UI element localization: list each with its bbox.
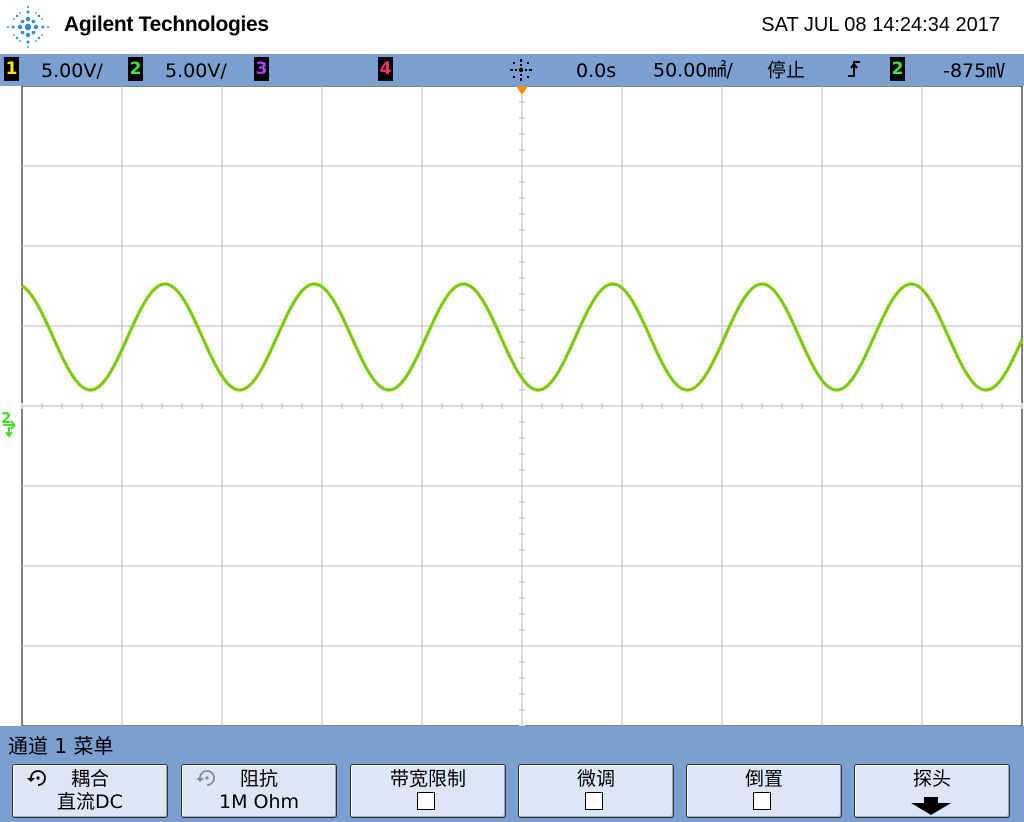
run-state[interactable]: 停止 xyxy=(767,54,805,86)
submenu-down-arrow-icon xyxy=(911,797,951,815)
impedance-value: 1M Ohm xyxy=(218,791,300,813)
vernier-softkey[interactable]: 微调 xyxy=(518,764,674,818)
bandwidth-limit-checkbox[interactable] xyxy=(417,792,435,810)
channel-1-badge: 1 xyxy=(4,57,19,81)
channel-3-badge: 3 xyxy=(254,57,269,81)
channel-4-status[interactable]: 4 xyxy=(378,54,393,86)
delay-status[interactable]: 0.0s xyxy=(506,54,616,86)
channel-2-badge: 2 xyxy=(128,57,143,81)
timebase-status[interactable]: 50.00㎟/ xyxy=(653,54,733,86)
bandwidth-limit-label: 带宽限制 xyxy=(389,768,466,790)
datetime-readout: SAT JUL 08 14:24:34 2017 xyxy=(761,14,1000,36)
menu-title: 通道 1 菜单 xyxy=(8,734,114,758)
agilent-spark-logo-icon xyxy=(7,6,49,48)
probe-softkey[interactable]: 探头 xyxy=(854,764,1010,818)
impedance-softkey[interactable]: 阻抗 1M Ohm xyxy=(181,764,337,818)
coupling-value: 直流DC xyxy=(57,791,123,813)
delay-value: 0.0s xyxy=(576,59,617,82)
channel-2-ground-marker: 2 xyxy=(1,409,16,438)
trigger-status[interactable]: 2 -875㎷ xyxy=(846,54,1005,86)
bandwidth-limit-softkey[interactable]: 带宽限制 xyxy=(350,764,506,818)
trigger-source-badge: 2 xyxy=(890,57,906,81)
brand-name: Agilent Technologies xyxy=(64,13,269,36)
coupling-softkey[interactable]: 耦合 直流DC xyxy=(12,764,168,818)
channel-4-badge: 4 xyxy=(378,57,393,81)
rising-edge-trigger-icon xyxy=(848,61,860,77)
waveform-display[interactable]: 2 xyxy=(0,86,1024,726)
delay-sun-icon xyxy=(510,58,532,81)
graticule-svg: 2 xyxy=(1,86,1024,726)
channel-2-scale: 5.00V/ xyxy=(165,59,227,82)
channel-1-status[interactable]: 1 5.00V/ xyxy=(4,54,103,86)
impedance-label: 阻抗 xyxy=(239,768,278,790)
trigger-level: -875㎷ xyxy=(943,59,1006,82)
status-bar: 1 5.00V/ 2 5.00V/ 3 4 0.0s 50.00㎟/ 停止 2 … xyxy=(0,54,1024,86)
trigger-position-marker xyxy=(516,86,528,95)
timebase-value: 50.00㎟/ xyxy=(653,59,733,82)
vernier-checkbox[interactable] xyxy=(585,792,603,810)
coupling-label: 耦合 xyxy=(70,768,109,790)
channel-1-scale: 5.00V/ xyxy=(41,59,103,82)
invert-label: 倒置 xyxy=(744,768,783,790)
run-state-label: 停止 xyxy=(767,59,806,82)
header-bar: Agilent Technologies SAT JUL 08 14:24:34… xyxy=(0,0,1024,54)
invert-checkbox[interactable] xyxy=(753,792,771,810)
probe-label: 探头 xyxy=(912,768,951,790)
softkey-menu: 通道 1 菜单 耦合 直流DC 阻抗 1M Ohm 带宽限制 微调 倒置 探头 xyxy=(0,726,1024,822)
channel-2-status[interactable]: 2 5.00V/ xyxy=(128,54,227,86)
invert-softkey[interactable]: 倒置 xyxy=(686,764,842,818)
vernier-label: 微调 xyxy=(576,768,615,790)
channel-3-status[interactable]: 3 xyxy=(254,54,269,86)
